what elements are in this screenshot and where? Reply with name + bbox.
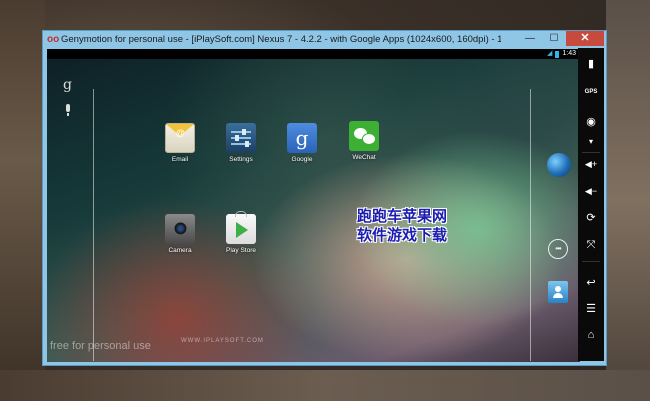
window-buttons: — ☐ ✕ <box>518 31 604 46</box>
chinese-watermark: 跑跑车苹果网 软件游戏下载 <box>357 207 447 245</box>
window-title: Genymotion for personal use - [iPlaySoft… <box>61 34 501 45</box>
control-separator <box>582 261 600 262</box>
app-label: Play Store <box>226 247 256 254</box>
app-label: Camera <box>168 247 192 254</box>
wifi-icon: ◢ <box>546 50 553 57</box>
rotate-icon[interactable]: ⟳ <box>581 208 601 228</box>
android-status-bar: ◢ 1:43 <box>47 49 580 59</box>
desktop-background-bottom <box>0 370 650 401</box>
app-label: Google <box>291 156 313 163</box>
camera-icon <box>165 214 195 244</box>
personal-use-notice: free for personal use <box>50 340 151 352</box>
app-email[interactable]: @ Email <box>150 123 210 163</box>
android-screen[interactable]: ◢ 1:43 g @ Email Settings g Google WeCha… <box>47 49 580 362</box>
gps-widget-icon[interactable]: GPS <box>581 88 601 98</box>
back-icon[interactable]: ↩ <box>581 273 601 293</box>
app-settings[interactable]: Settings <box>211 123 271 163</box>
home-icon[interactable]: ⌂ <box>581 325 601 345</box>
voice-search-icon[interactable] <box>64 104 72 116</box>
maximize-button[interactable]: ☐ <box>542 31 566 46</box>
webcam-widget-icon[interactable]: ◉ <box>581 112 601 132</box>
app-label: Email <box>171 156 189 163</box>
battery-widget-icon[interactable]: ▮ <box>581 54 601 74</box>
app-wechat[interactable]: WeChat <box>334 121 394 161</box>
app-google[interactable]: g Google <box>272 123 332 163</box>
menu-icon[interactable]: ☰ <box>581 299 601 319</box>
battery-icon <box>555 50 560 58</box>
app-label: Settings <box>229 156 253 163</box>
control-separator <box>582 152 600 153</box>
google-search-icon[interactable]: g <box>63 77 72 93</box>
settings-icon <box>226 123 256 153</box>
site-watermark: WWW.IPLAYSOFT.COM <box>181 338 264 344</box>
google-icon: g <box>287 123 317 153</box>
volume-down-icon[interactable]: ◀− <box>581 181 601 201</box>
genymotion-logo-icon: oo <box>47 33 60 45</box>
app-camera[interactable]: Camera <box>150 214 210 254</box>
app-label: WeChat <box>352 154 376 161</box>
title-bar[interactable]: oo Genymotion for personal use - [iPlayS… <box>43 31 606 48</box>
email-icon: @ <box>165 123 195 153</box>
favorites-dock: ••• <box>535 59 580 362</box>
desktop-background-left <box>0 0 45 401</box>
volume-up-icon[interactable]: ◀+ <box>581 154 601 174</box>
wechat-icon <box>349 121 379 151</box>
watermark-line-2: 软件游戏下载 <box>357 226 448 244</box>
search-rail: g <box>47 59 91 362</box>
close-button[interactable]: ✕ <box>566 31 604 46</box>
app-play-store[interactable]: Play Store <box>211 211 271 254</box>
minimize-button[interactable]: — <box>518 31 542 46</box>
left-divider <box>93 89 94 361</box>
genymotion-window: oo Genymotion for personal use - [iPlayS… <box>42 30 607 366</box>
play-store-icon <box>226 211 256 244</box>
genymotion-control-panel: ▮ GPS ◉ ▾ ◀+ ◀− ⟳ ⤧ ↩ ☰ ⌂ <box>578 48 604 361</box>
watermark-line-1: 跑跑车苹果网 <box>357 207 448 225</box>
status-time: 1:43 <box>562 50 576 57</box>
contacts-icon[interactable] <box>548 281 568 303</box>
right-divider <box>530 89 531 361</box>
browser-globe-icon[interactable] <box>547 153 571 177</box>
all-apps-icon[interactable]: ••• <box>548 239 568 259</box>
desktop-background-right <box>606 0 650 401</box>
more-widgets-icon[interactable]: ▾ <box>581 132 601 152</box>
scale-icon[interactable]: ⤧ <box>581 235 601 255</box>
